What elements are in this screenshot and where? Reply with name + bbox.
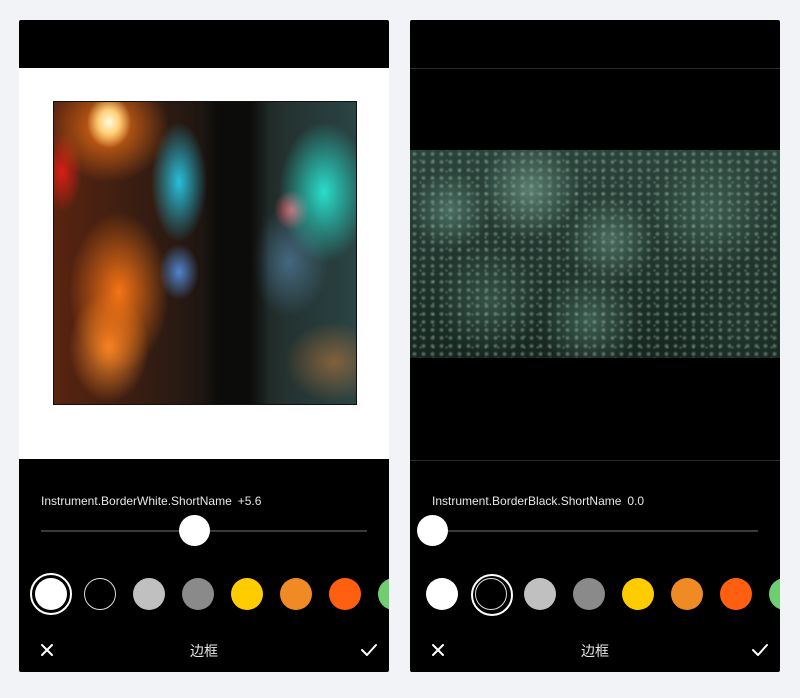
color-swatch[interactable] — [720, 578, 752, 610]
panel-title: 边框 — [190, 643, 218, 659]
confirm-button[interactable] — [355, 636, 383, 664]
adjustment-label: Instrument.BorderWhite.ShortName +5.6 — [41, 494, 261, 508]
color-swatch[interactable] — [378, 578, 389, 610]
tool-name: Instrument.BorderWhite.ShortName — [41, 494, 232, 508]
confirm-button[interactable] — [746, 636, 774, 664]
panel-title: 边框 — [581, 643, 609, 659]
adjustment-label: Instrument.BorderBlack.ShortName 0.0 — [432, 494, 644, 508]
strength-slider[interactable] — [41, 515, 367, 546]
tool-value: 0.0 — [627, 494, 645, 508]
strength-slider[interactable] — [417, 515, 758, 546]
bokeh-photo — [53, 101, 357, 405]
color-swatch[interactable] — [133, 578, 165, 610]
photo-preview-area — [410, 68, 780, 461]
slider-knob[interactable] — [417, 515, 448, 546]
color-swatch[interactable] — [622, 578, 654, 610]
color-swatch[interactable] — [471, 574, 513, 616]
color-swatch[interactable] — [84, 578, 116, 610]
color-swatch[interactable] — [671, 578, 703, 610]
color-swatch[interactable] — [280, 578, 312, 610]
tool-name: Instrument.BorderBlack.ShortName — [432, 494, 622, 508]
checkmark-icon — [752, 644, 768, 656]
bottom-toolbar: 边框 — [410, 632, 780, 668]
checkmark-icon — [361, 644, 377, 656]
color-swatch[interactable] — [426, 578, 458, 610]
border-color-swatches — [410, 574, 780, 616]
editor-panel-white-border: Instrument.BorderWhite.ShortName +5.6 边框 — [19, 20, 389, 672]
color-swatch[interactable] — [182, 578, 214, 610]
person-silhouette — [204, 102, 269, 404]
color-swatch[interactable] — [573, 578, 605, 610]
color-swatch[interactable] — [769, 578, 780, 610]
bottom-toolbar: 边框 — [19, 632, 389, 668]
foliage-texture — [410, 150, 780, 358]
color-swatch[interactable] — [231, 578, 263, 610]
color-swatch[interactable] — [329, 578, 361, 610]
color-swatch[interactable] — [30, 573, 72, 615]
forest-photo — [410, 150, 780, 358]
editor-panel-black-border: Instrument.BorderBlack.ShortName 0.0 边框 — [410, 20, 780, 672]
tool-value: +5.6 — [237, 494, 262, 508]
slider-knob[interactable] — [179, 515, 211, 546]
photo-preview-area — [19, 68, 389, 459]
color-swatch[interactable] — [524, 578, 556, 610]
border-color-swatches — [19, 573, 389, 615]
